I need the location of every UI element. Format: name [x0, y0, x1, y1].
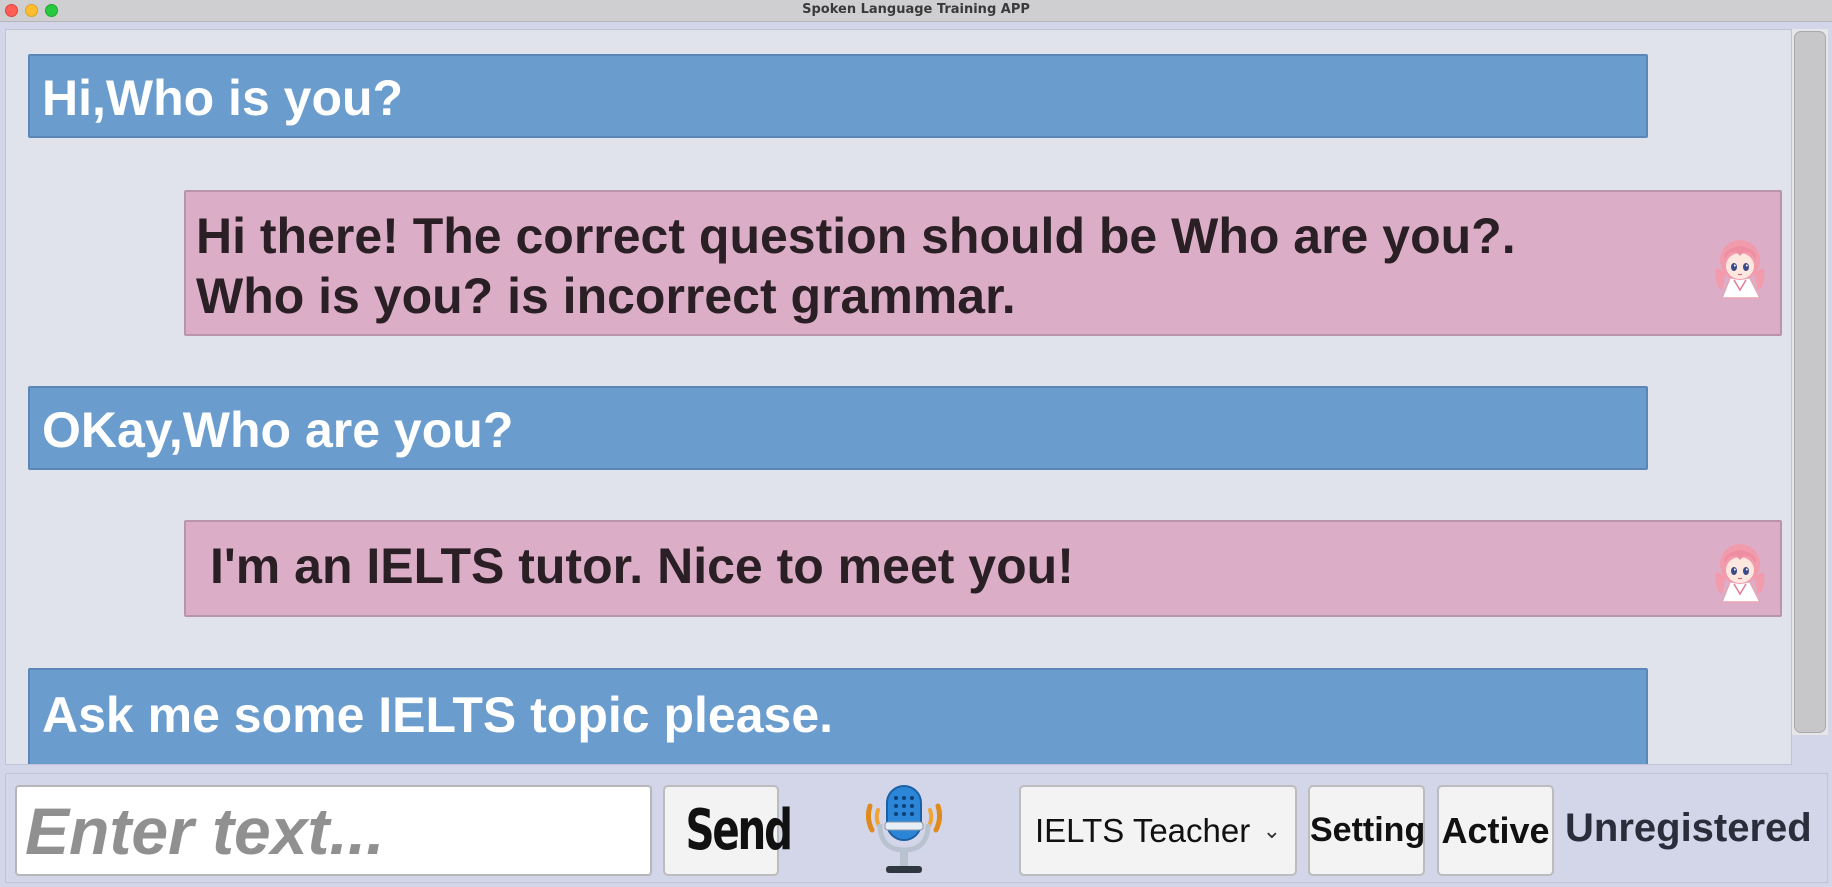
chat-scrollbar[interactable]	[1792, 29, 1828, 735]
window-title: Spoken Language Training APP	[802, 2, 1030, 17]
anime-girl-avatar-icon	[1715, 240, 1765, 299]
send-button[interactable]: Send	[663, 785, 793, 876]
user-message-text: Hi,Who is you?	[42, 70, 404, 126]
registration-status: Unregistered	[1565, 806, 1812, 850]
chat-panel[interactable]: Hi,Who is you? Hi there! The correct que…	[5, 29, 1792, 765]
scrollbar-thumb[interactable]	[1794, 31, 1826, 733]
role-select-value: IELTS Teacher	[1035, 812, 1251, 849]
user-message-bubble: Hi,Who is you?	[28, 54, 1648, 138]
microphone-icon[interactable]	[864, 784, 944, 878]
title-bar: Spoken Language Training APP	[0, 0, 1832, 22]
user-message-text: Ask me some IELTS topic please.	[42, 687, 834, 743]
bot-message-bubble: I'm an IELTS tutor. Nice to meet you!	[184, 520, 1782, 617]
user-message-bubble: Ask me some IELTS topic please.	[28, 668, 1648, 764]
bot-message-text: Hi there! The correct question should be…	[196, 208, 1516, 324]
setting-button[interactable]: Setting	[1308, 785, 1425, 876]
chevron-down-icon: ⌄	[1262, 818, 1281, 843]
user-message-text: OKay,Who are you?	[42, 402, 514, 458]
message-input[interactable]	[15, 785, 652, 876]
role-select[interactable]: IELTS Teacher ⌄	[1019, 785, 1297, 876]
anime-girl-avatar-icon	[1715, 544, 1765, 603]
user-message-bubble: OKay,Who are you?	[28, 386, 1648, 470]
bot-message-bubble: Hi there! The correct question should be…	[184, 190, 1782, 336]
bot-message-text: I'm an IELTS tutor. Nice to meet you!	[210, 538, 1074, 594]
active-button[interactable]: Active	[1437, 785, 1554, 876]
input-bar: Send IELTS Teacher ⌄ Setting Active Unre…	[5, 773, 1828, 883]
